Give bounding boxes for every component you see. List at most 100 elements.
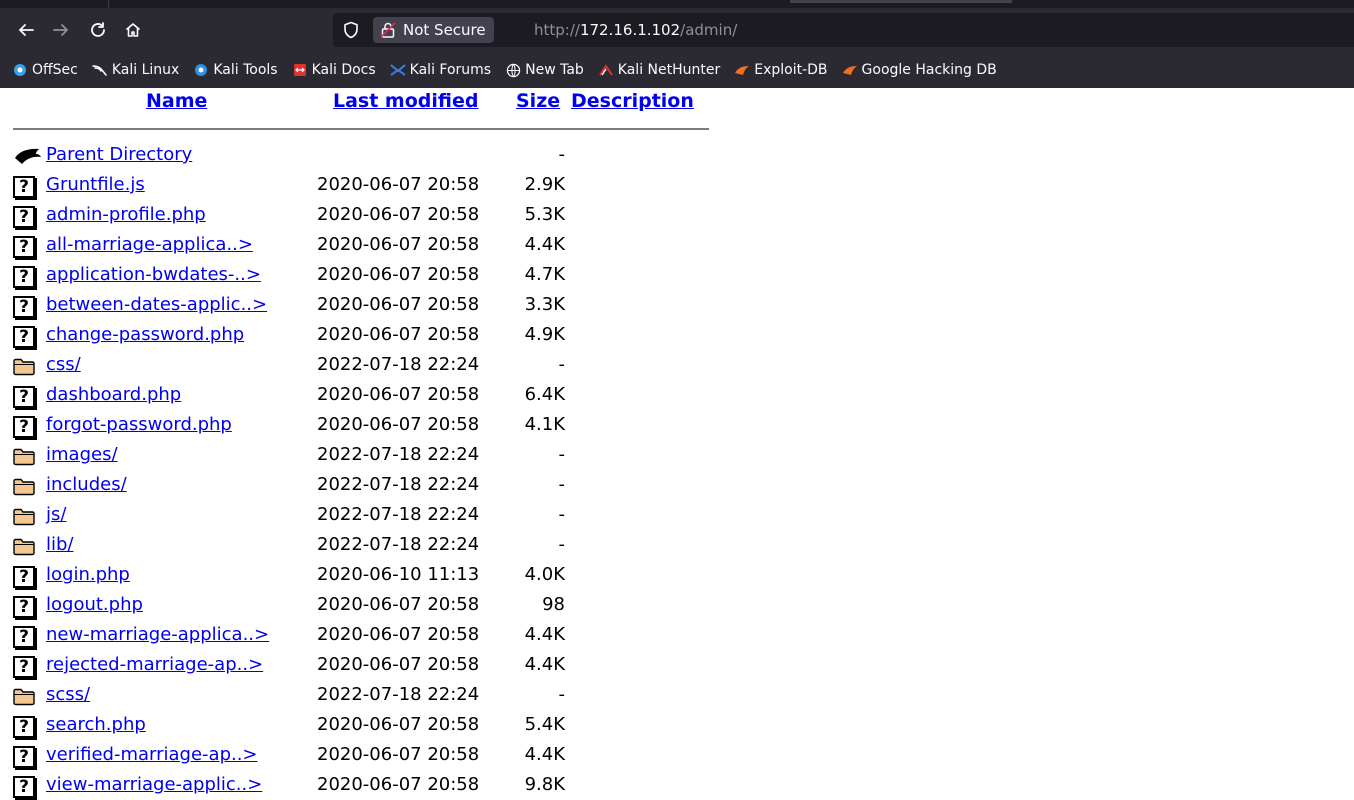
file-link[interactable]: dashboard.php — [46, 384, 181, 405]
table-row: ? all-marriage-applica..> 2020-06-07 20:58… — [13, 230, 713, 260]
bookmark-exploit-db[interactable]: Exploit-DB — [734, 62, 828, 78]
file-link[interactable]: view-marriage-applic..> — [46, 774, 262, 795]
size-cell: 5.4K — [524, 714, 565, 735]
tracking-protection-shield-icon[interactable] — [341, 20, 361, 40]
folder-link[interactable]: includes/ — [46, 474, 127, 495]
browser-chrome: Not Secure http://172.16.1.102/admin/ Of… — [0, 0, 1354, 88]
bookmark-label: New Tab — [525, 62, 584, 78]
header-divider — [13, 128, 709, 130]
table-row: ? new-marriage-applica..> 2020-06-07 20:58… — [13, 620, 713, 650]
unknown-file-icon: ? — [13, 776, 45, 798]
size-cell: - — [558, 354, 566, 375]
file-link[interactable]: forgot-password.php — [46, 414, 232, 435]
url-scheme: http:// — [534, 21, 580, 39]
bookmark-kali-forums[interactable]: Kali Forums — [390, 62, 491, 78]
file-link[interactable]: login.php — [46, 564, 130, 585]
navigation-toolbar: Not Secure http://172.16.1.102/admin/ — [0, 8, 1354, 52]
last-modified-cell: 2020-06-10 11:13 — [317, 564, 480, 585]
folder-link[interactable]: lib/ — [46, 534, 74, 555]
folder-link[interactable]: css/ — [46, 354, 81, 375]
size-cell: 4.4K — [524, 654, 565, 675]
unknown-file-icon: ? — [13, 746, 45, 768]
folder-link[interactable]: images/ — [46, 444, 118, 465]
table-row: ? login.php 2020-06-10 11:13 4.0K — [13, 560, 713, 590]
file-link[interactable]: all-marriage-applica..> — [46, 234, 253, 255]
table-row: images/2022-07-18 22:24 - — [13, 440, 713, 470]
file-link[interactable]: admin-profile.php — [46, 204, 206, 225]
file-link[interactable]: Gruntfile.js — [46, 174, 145, 195]
table-row: ? between-dates-applic..> 2020-06-07 20:58… — [13, 290, 713, 320]
bookmark-google-hacking-db[interactable]: Google Hacking DB — [842, 62, 997, 78]
size-cell: 5.3K — [524, 204, 565, 225]
bookmarks-toolbar: OffSec Kali Linux Kali Tools Kali Docs Kali … — [0, 52, 1354, 88]
size-cell: - — [558, 684, 566, 705]
home-button[interactable] — [119, 16, 147, 44]
bookmark-kali-docs[interactable]: Kali Docs — [292, 62, 376, 78]
bookmark-new-tab[interactable]: New Tab — [505, 62, 584, 78]
table-row: ? application-bwdates-..> 2020-06-07 20:58… — [13, 260, 713, 290]
unknown-file-icon: ? — [13, 326, 45, 348]
offsec-icon — [12, 62, 28, 78]
file-link[interactable]: rejected-marriage-ap..> — [46, 654, 263, 675]
unknown-file-icon: ? — [13, 626, 45, 648]
bookmark-offsec[interactable]: OffSec — [12, 62, 78, 78]
table-row: js/2022-07-18 22:24 - — [13, 500, 713, 530]
active-tab[interactable] — [790, 0, 1012, 3]
size-cell: 3.3K — [524, 294, 565, 315]
last-modified-cell: 2020-06-07 20:58 — [317, 294, 480, 315]
last-modified-cell: 2020-06-07 20:58 — [317, 264, 480, 285]
file-link[interactable]: application-bwdates-..> — [46, 264, 261, 285]
bookmark-label: OffSec — [32, 62, 78, 78]
last-modified-cell: 2022-07-18 22:24 — [317, 534, 480, 555]
last-modified-cell: 2020-06-07 20:58 — [317, 204, 480, 225]
site-security-indicator[interactable]: Not Secure — [373, 17, 494, 43]
forward-button[interactable] — [47, 16, 75, 44]
file-link[interactable]: logout.php — [46, 594, 143, 615]
home-icon — [125, 23, 141, 37]
unknown-file-icon: ? — [13, 176, 45, 198]
size-cell: - — [558, 504, 566, 525]
file-link[interactable]: verified-marriage-ap..> — [46, 744, 258, 765]
last-modified-cell: 2022-07-18 22:24 — [317, 444, 480, 465]
ghdb-icon — [842, 62, 858, 78]
size-cell: 2.9K — [524, 174, 565, 195]
file-link[interactable]: change-password.php — [46, 324, 244, 345]
forward-arrow-icon — [53, 24, 68, 36]
tab-divider — [108, 0, 109, 8]
size-cell: 4.1K — [524, 414, 565, 435]
reload-button[interactable] — [84, 16, 112, 44]
kali-dragon-icon — [92, 62, 108, 78]
last-modified-cell: 2020-06-07 20:58 — [317, 384, 480, 405]
sort-by-size-link[interactable]: Size — [516, 90, 560, 112]
size-cell: 4.4K — [524, 744, 565, 765]
bookmark-kali-tools[interactable]: Kali Tools — [193, 62, 278, 78]
last-modified-cell: 2020-06-07 20:58 — [317, 174, 480, 195]
url-text[interactable]: http://172.16.1.102/admin/ — [534, 21, 737, 39]
bookmark-label: Kali NetHunter — [617, 62, 721, 78]
bookmark-kali-linux[interactable]: Kali Linux — [92, 62, 179, 78]
file-link[interactable]: new-marriage-applica..> — [46, 624, 269, 645]
back-arrow-icon — [13, 146, 45, 168]
insecure-lock-icon — [379, 21, 397, 39]
parent-directory-link[interactable]: Parent Directory — [46, 144, 192, 165]
size-cell: 4.7K — [524, 264, 565, 285]
sort-by-last-modified-link[interactable]: Last modified — [333, 90, 478, 112]
size-cell: - — [558, 144, 566, 165]
file-link[interactable]: between-dates-applic..> — [46, 294, 267, 315]
last-modified-cell: 2020-06-07 20:58 — [317, 654, 480, 675]
table-row: ? search.php 2020-06-07 20:58 5.4K — [13, 710, 713, 740]
address-bar[interactable]: Not Secure http://172.16.1.102/admin/ — [333, 13, 1354, 47]
listing-rows: Parent Directory -? Gruntfile.js 2020-06-07… — [13, 140, 713, 800]
folder-link[interactable]: scss/ — [46, 684, 90, 705]
sort-by-description-link[interactable]: Description — [571, 90, 694, 112]
folder-link[interactable]: js/ — [46, 504, 66, 525]
exploit-db-icon — [734, 62, 750, 78]
last-modified-cell: 2020-06-07 20:58 — [317, 234, 480, 255]
unknown-file-icon: ? — [13, 566, 45, 588]
folder-icon — [13, 506, 45, 528]
table-row: ? admin-profile.php 2020-06-07 20:58 5.3K — [13, 200, 713, 230]
file-link[interactable]: search.php — [46, 714, 146, 735]
back-button[interactable] — [12, 16, 40, 44]
sort-by-name-link[interactable]: Name — [146, 90, 207, 112]
bookmark-kali-nethunter[interactable]: Kali NetHunter — [598, 62, 720, 78]
